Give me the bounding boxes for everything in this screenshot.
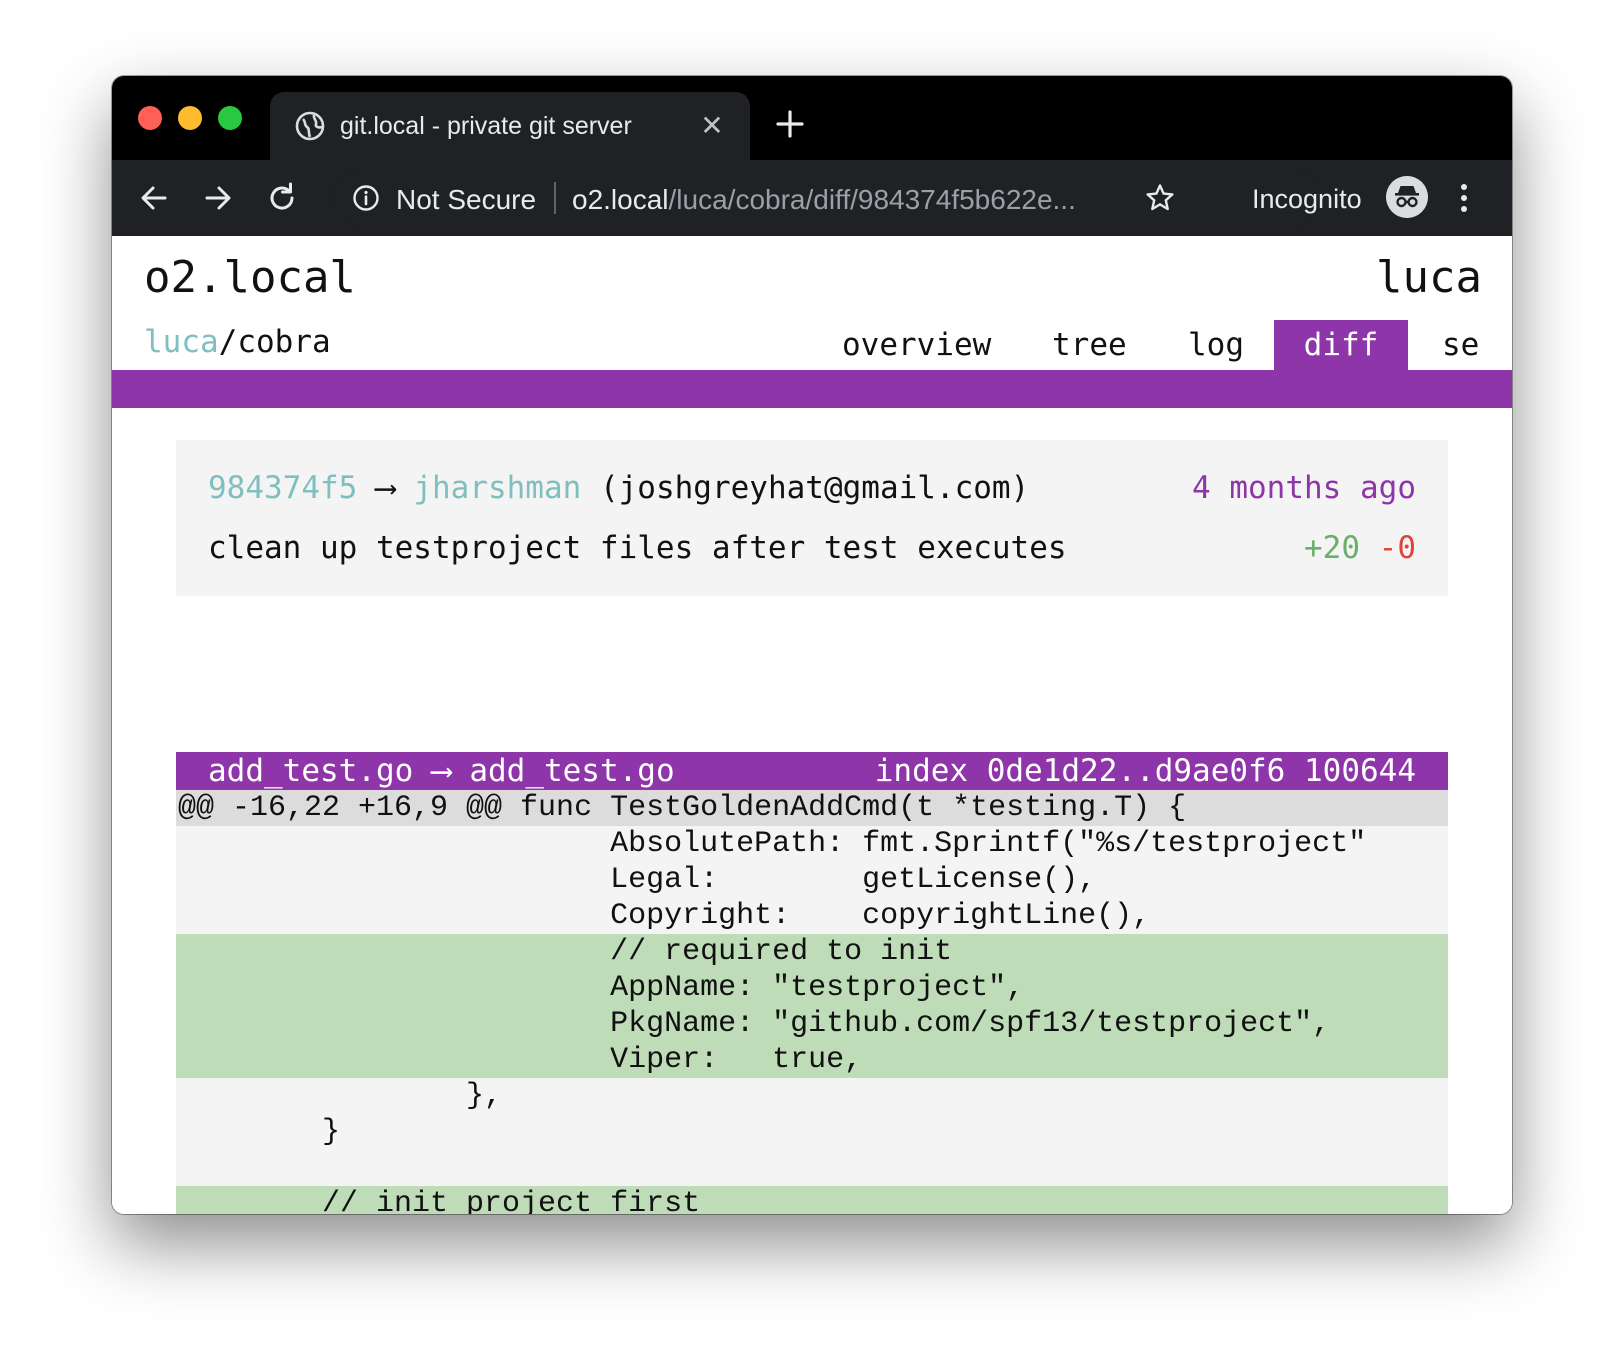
url-host: o2.local [572, 184, 669, 215]
close-icon[interactable]: ✕ [696, 110, 728, 142]
page-content: o2.local luca luca/cobra overview tree l… [112, 236, 1512, 1214]
kebab-menu-icon[interactable] [1454, 178, 1474, 218]
file-diff: add_test.go ⟶ add_test.go index 0de1d22.… [176, 752, 1448, 1214]
tab-log[interactable]: log [1188, 320, 1244, 370]
diff-line-added: Viper: true, [176, 1042, 1448, 1078]
url-path: /luca/cobra/diff/984374f5b622e... [668, 184, 1076, 215]
tab-overview[interactable]: overview [842, 320, 991, 370]
diff-line-added: AppName: "testproject", [176, 970, 1448, 1006]
address-divider [554, 182, 556, 214]
commit-stats: +20 -0 [1304, 530, 1416, 566]
diff-to-file-link[interactable]: add_test.go [469, 753, 674, 789]
info-icon[interactable] [352, 184, 380, 212]
tab-se[interactable]: se [1442, 320, 1479, 370]
diff-line-context [176, 1150, 1448, 1186]
commit-arrow: ⟶ [375, 470, 395, 506]
nav-underline-bar [112, 370, 1512, 408]
tab-title: git.local - private git server [340, 112, 632, 140]
diff-line-context: Copyright: copyrightLine(), [176, 898, 1448, 934]
diff-file-header: add_test.go ⟶ add_test.go index 0de1d22.… [176, 752, 1448, 790]
diff-line-context: Legal: getLicense(), [176, 862, 1448, 898]
tab-tree[interactable]: tree [1052, 320, 1127, 370]
user-link[interactable]: luca [1376, 252, 1482, 303]
browser-window: git.local - private git server ✕ Not Sec… [112, 76, 1512, 1214]
commit-hash-link[interactable]: 984374f5 [208, 470, 357, 506]
star-icon[interactable] [1144, 182, 1176, 214]
minimize-window-button[interactable] [178, 106, 202, 130]
arrow-left-icon[interactable] [134, 178, 174, 218]
commit-meta: 984374f5 ⟶ jharshman (joshgreyhat@gmail.… [208, 470, 1029, 506]
diff-lines: @@ -16,22 +16,9 @@ func TestGoldenAddCmd… [176, 790, 1448, 1214]
diff-file-names: add_test.go ⟶ add_test.go [208, 752, 675, 790]
repo-breadcrumb: luca/cobra [144, 324, 331, 360]
globe-icon [295, 111, 325, 141]
commit-email: (joshgreyhat@gmail.com) [599, 470, 1030, 506]
diff-line-context: } [176, 1114, 1448, 1150]
repo-name-link[interactable]: cobra [237, 324, 330, 360]
commit-time: 4 months ago [1192, 470, 1416, 506]
diff-from-file-link[interactable]: add_test.go [208, 753, 413, 789]
diff-line-added: // required to init [176, 934, 1448, 970]
arrow-right-icon[interactable] [198, 178, 238, 218]
plus-icon[interactable] [772, 106, 808, 142]
diff-hunk-header: @@ -16,22 +16,9 @@ func TestGoldenAddCmd… [176, 790, 1448, 826]
browser-toolbar: Not Secure o2.local/luca/cobra/diff/9843… [112, 160, 1512, 236]
diff-index: index 0de1d22..d9ae0f6 100644 [874, 753, 1416, 789]
url-text[interactable]: o2.local/luca/cobra/diff/984374f5b622e..… [572, 184, 1076, 216]
deletions-count: -0 [1378, 530, 1416, 566]
commit-author-link[interactable]: jharshman [413, 470, 581, 506]
address-bar[interactable]: Not Secure o2.local/luca/cobra/diff/9843… [332, 170, 1322, 226]
browser-tab[interactable]: git.local - private git server ✕ [270, 92, 750, 160]
diff-line-context: AbsolutePath: fmt.Sprintf("%s/testprojec… [176, 826, 1448, 862]
close-window-button[interactable] [138, 106, 162, 130]
site-title[interactable]: o2.local [144, 252, 356, 303]
commit-message: clean up testproject files after test ex… [208, 530, 1067, 566]
maximize-window-button[interactable] [218, 106, 242, 130]
diff-arrow: ⟶ [431, 753, 451, 789]
repo-owner-link[interactable]: luca [144, 324, 219, 360]
diff-line-added: // init project first [176, 1186, 1448, 1214]
incognito-label: Incognito [1252, 184, 1362, 214]
security-label[interactable]: Not Secure [396, 184, 536, 216]
diff-line-added: PkgName: "github.com/spf13/testproject", [176, 1006, 1448, 1042]
reload-icon[interactable] [262, 178, 302, 218]
additions-count: +20 [1304, 530, 1360, 566]
repo-path-separator: / [218, 324, 238, 360]
incognito-icon[interactable] [1386, 176, 1428, 218]
commit-summary: 984374f5 ⟶ jharshman (joshgreyhat@gmail.… [176, 440, 1448, 596]
tab-diff[interactable]: diff [1274, 320, 1408, 370]
tab-strip: git.local - private git server ✕ [112, 76, 1512, 160]
diff-line-context: }, [176, 1078, 1448, 1114]
